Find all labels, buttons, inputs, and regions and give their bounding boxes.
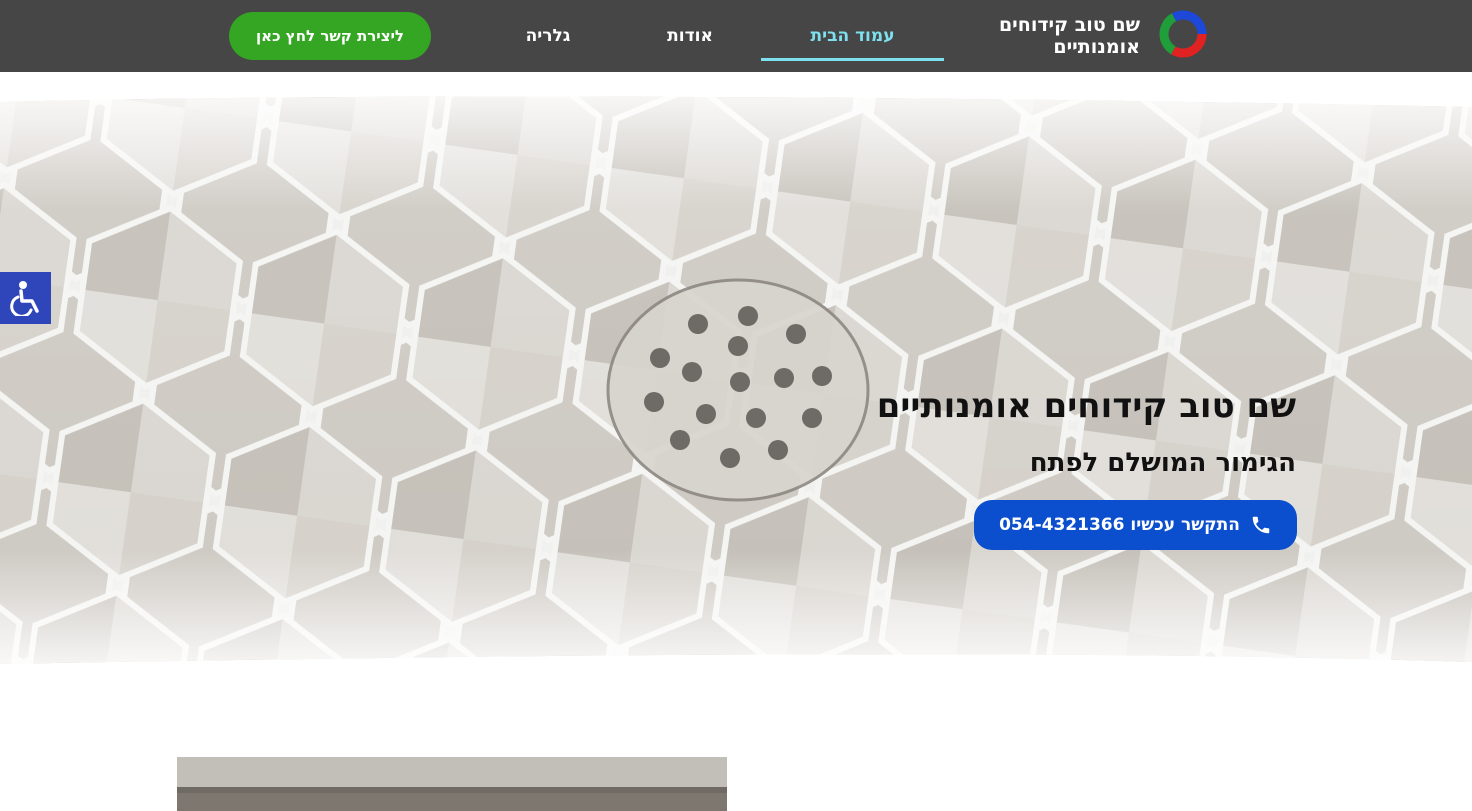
phone-icon	[1252, 516, 1270, 534]
gallery-preview-image	[177, 757, 727, 811]
accessibility-button[interactable]	[0, 272, 51, 324]
nav-gallery[interactable]: גלריה	[500, 0, 596, 72]
nav-about[interactable]: אודות	[640, 0, 740, 72]
call-now-label: התקשר עכשיו 054-4321366	[999, 515, 1240, 535]
wheelchair-icon	[9, 281, 39, 316]
hero-section: שם טוב קידוחים אומנותיים הגימור המושלם ל…	[0, 72, 1472, 682]
hero-subheading: הגימור המושלם לפתח	[1029, 448, 1296, 478]
nav-home[interactable]: עמוד הבית	[761, 0, 944, 72]
logo-icon[interactable]	[1158, 9, 1208, 59]
nav-active-underline	[761, 58, 944, 61]
site-header: שם טוב קידוחים אומנותיים עמוד הבית אודות…	[0, 0, 1472, 72]
contact-cta-button[interactable]: ליצירת קשר לחץ כאן	[229, 12, 431, 60]
site-title[interactable]: שם טוב קידוחים אומנותיים	[960, 14, 1140, 58]
hero-background-image	[0, 72, 1472, 682]
call-now-button[interactable]: התקשר עכשיו 054-4321366	[974, 500, 1297, 550]
hero-heading: שם טוב קידוחים אומנותיים	[876, 386, 1296, 426]
